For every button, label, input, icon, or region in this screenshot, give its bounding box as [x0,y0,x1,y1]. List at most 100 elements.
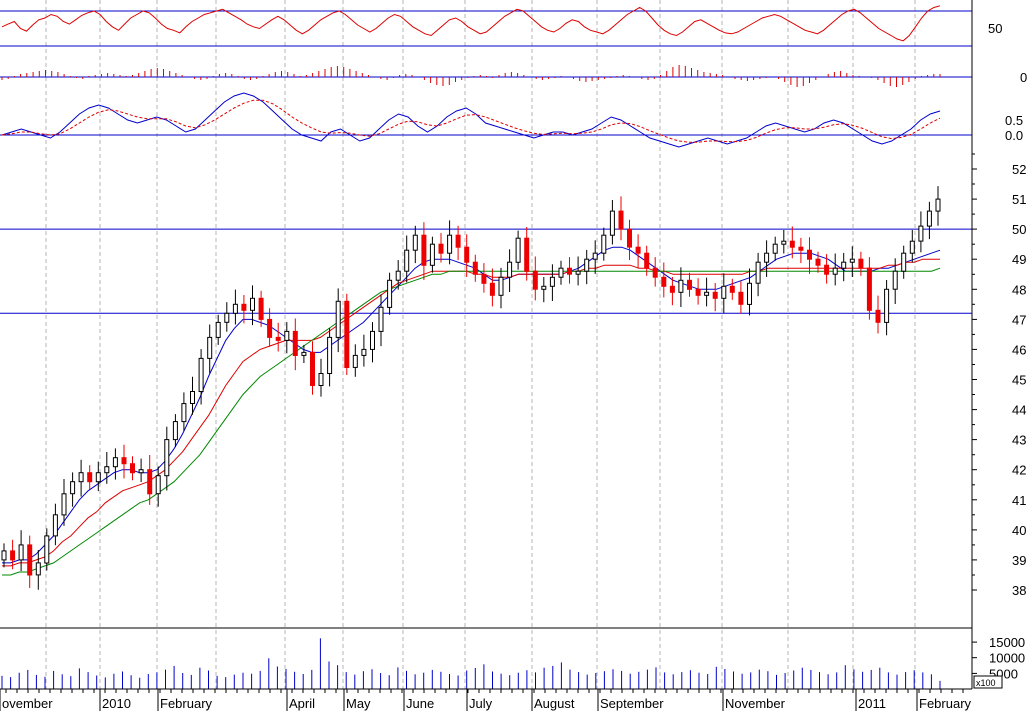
candle-down [310,351,315,386]
candle-down [644,252,650,269]
candle-up [901,252,907,272]
candle-up [250,297,255,311]
candle-up [755,261,761,284]
candle-up [747,282,752,305]
candle-up [884,288,890,323]
price-panel [0,186,972,590]
moving-average-short [2,246,941,564]
candle-up [678,279,684,293]
price-tick-label: 39 [1012,553,1026,568]
candle-up [44,535,50,564]
price-tick-label: 48 [1012,282,1026,297]
candle-up [327,336,333,374]
candle-up [447,234,453,254]
candle-up [35,562,41,576]
candle-down [438,243,444,254]
price-tick-label: 41 [1012,493,1026,508]
price-tick-label: 47 [1012,312,1026,327]
candle-down [87,472,93,483]
candle-down [661,276,667,287]
candle-up [721,285,727,299]
candle-down [627,228,632,248]
candle-up [104,466,110,474]
candle-up [849,258,855,263]
price-tick-label: 38 [1012,583,1026,598]
candle-up [704,291,710,296]
x-tick-label: 2010 [102,696,131,711]
candle-up [301,351,307,356]
candle-up [172,421,178,441]
price-tick-label: 42 [1012,463,1026,478]
candle-down [130,463,135,474]
candle-up [181,403,187,423]
oscillator-panel: 50 [0,5,1002,47]
moving-average-long [2,267,941,576]
price-tick-label: 52 [1012,162,1026,177]
candle-up [584,258,590,272]
price-tick-label: 49 [1012,252,1026,267]
candle-up [918,225,924,242]
candle-up [190,391,195,404]
candle-down [147,469,153,495]
candle-up [841,261,847,269]
x-tick-label: 2011 [858,696,886,711]
candle-up [592,252,598,260]
candle-down [421,234,427,266]
candle-up [138,469,144,474]
candle-down [712,291,718,299]
candle-down [524,237,530,272]
price-tick-label: 51 [1012,192,1026,207]
candle-up [318,373,324,386]
candle-down [10,550,16,561]
candle-down [807,249,812,260]
candle-down [464,246,470,263]
x-tick-label: May [346,696,371,711]
candle-down [241,303,247,311]
candle-down [489,282,495,296]
candle-down [652,267,658,278]
candle-up [70,481,76,495]
candle-up [772,243,778,254]
candle-up [541,285,547,290]
candle-down [532,270,538,290]
price-tick-label: 44 [1012,403,1026,418]
candle-up [1,550,7,561]
candle-up [361,348,367,356]
price-tick-label: 46 [1012,342,1026,357]
candle-up [18,544,24,561]
price-tick-label: 45 [1012,373,1026,388]
volume-panel: 15000100005000x100 [0,627,1025,689]
candle-up [412,234,418,251]
macd-tick-label: 0.5 [1005,113,1023,128]
candle-up [395,270,401,281]
candle-down [258,297,264,320]
candle-up [832,267,838,275]
x-tick-label: February [160,696,213,711]
candle-up [609,210,615,236]
volume-tick-label: 15000 [989,635,1025,650]
candle-up [378,306,384,332]
candle-up [498,276,504,296]
histogram-tick-label: 0 [1020,70,1027,85]
candle-down [618,210,624,230]
candle-up [387,279,393,308]
candle-up [164,439,170,477]
candle-down [27,544,33,576]
candle-down [789,240,795,248]
candle-down [695,288,701,296]
macd-tick-label: 0.0 [1005,128,1023,143]
price-tick-label: 43 [1012,433,1026,448]
candle-up [284,330,290,341]
candle-up [764,252,770,263]
x-tick-label: ovember [2,696,53,711]
candle-down [866,267,872,311]
histogram-panel: 0 [0,65,1027,87]
candle-up [224,312,230,323]
candle-down [738,291,744,305]
x-tick-label: June [406,696,434,711]
candle-down [875,309,881,323]
candle-up [335,300,341,338]
candle-up [507,261,513,278]
volume-tick-label: 10000 [989,651,1025,666]
candle-up [558,267,564,278]
